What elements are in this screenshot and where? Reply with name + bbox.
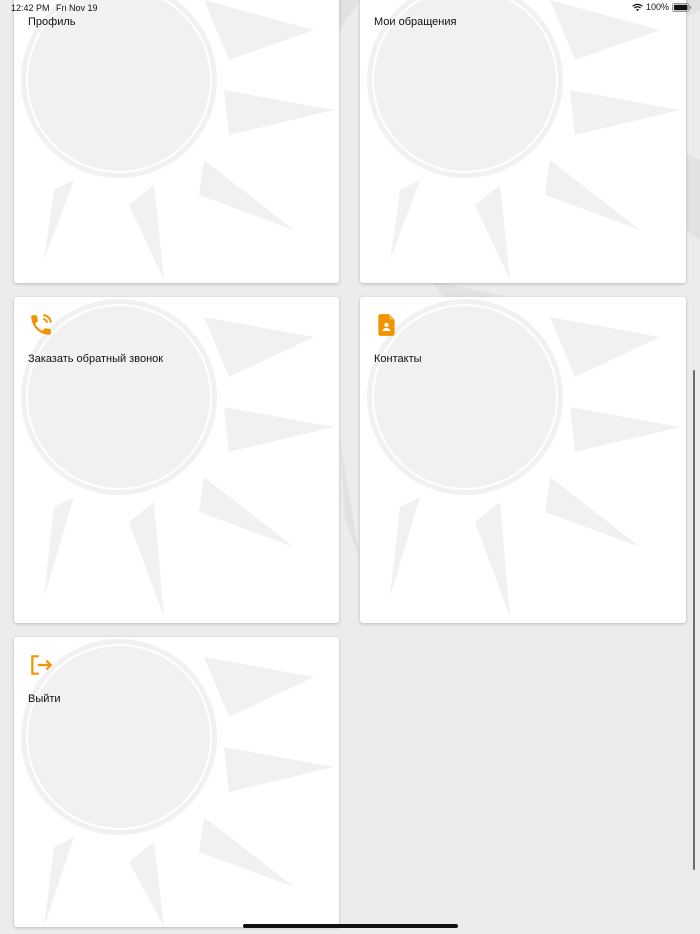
menu-card-label: Контакты <box>374 353 422 365</box>
menu-card-appeals[interactable]: Мои обращения <box>360 0 686 283</box>
home-indicator[interactable] <box>243 924 458 928</box>
battery-icon <box>672 2 692 12</box>
card-watermark-art <box>21 299 334 617</box>
status-bar: 12:42 PM Fri Nov 19 100% <box>0 0 700 17</box>
card-watermark-art <box>367 0 680 280</box>
status-indicators: 100% <box>632 2 692 12</box>
menu-card-label: Профиль <box>28 16 76 28</box>
battery-percent: 100% <box>645 2 669 12</box>
menu-card-profile[interactable]: Профиль <box>14 0 339 283</box>
menu-card-label: Мои обращения <box>374 16 457 28</box>
phone-callback-icon <box>31 314 52 335</box>
card-watermark-art <box>21 639 334 927</box>
menu-card-logout[interactable]: Выйти <box>14 637 339 927</box>
status-time: 12:42 PM <box>11 3 50 13</box>
card-watermark-art <box>21 0 334 280</box>
contact-document-icon <box>378 314 395 336</box>
status-date: Fri Nov 19 <box>56 3 98 13</box>
menu-card-callback[interactable]: Заказать обратный звонок <box>14 297 339 623</box>
scroll-indicator[interactable] <box>693 370 695 870</box>
wifi-icon <box>632 3 643 11</box>
logout-icon <box>31 655 53 675</box>
menu-card-label: Выйти <box>28 693 61 705</box>
menu-card-contacts[interactable]: Контакты <box>360 297 686 623</box>
card-watermark-art <box>367 299 680 617</box>
menu-card-label: Заказать обратный звонок <box>28 353 164 365</box>
